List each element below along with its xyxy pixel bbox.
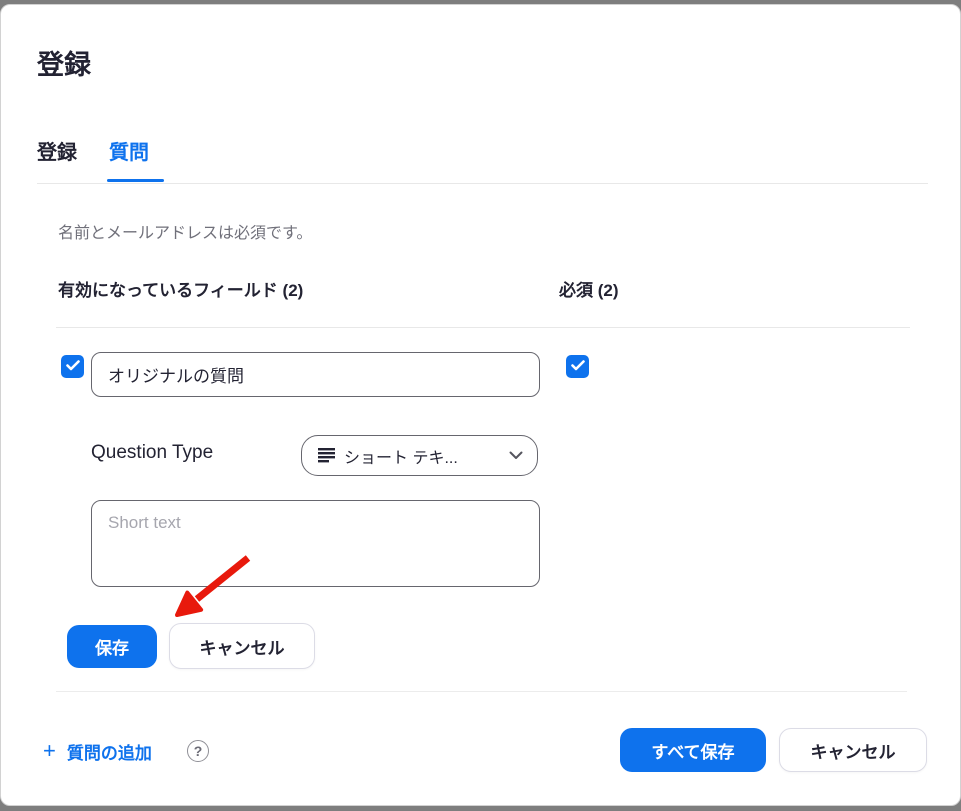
footer-cancel-button[interactable]: キャンセル — [779, 728, 927, 772]
cancel-button[interactable]: キャンセル — [169, 623, 315, 669]
tab-questions[interactable]: 質問 — [109, 136, 149, 165]
tabs-divider — [37, 183, 928, 184]
help-icon[interactable]: ? — [187, 740, 209, 762]
question-type-label: Question Type — [91, 442, 213, 464]
add-question-link[interactable]: + 質問の追加 — [43, 738, 152, 764]
enabled-field-checkbox[interactable] — [61, 355, 84, 378]
active-tab-underline — [107, 179, 164, 182]
question-text-input[interactable] — [91, 352, 540, 397]
plus-icon: + — [43, 740, 56, 762]
check-icon — [66, 358, 80, 376]
footer-divider — [56, 691, 907, 692]
tab-registration[interactable]: 登録 — [37, 136, 77, 165]
answer-preview-textarea[interactable] — [91, 500, 540, 587]
enabled-fields-header: 有効になっているフィールド (2) — [58, 276, 303, 301]
dialog-title: 登録 — [37, 43, 91, 82]
add-question-label: 質問の追加 — [67, 739, 152, 764]
save-button[interactable]: 保存 — [67, 625, 157, 668]
registration-dialog: 登録 登録 質問 名前とメールアドレスは必須です。 有効になっているフィールド … — [0, 4, 961, 806]
save-all-button[interactable]: すべて保存 — [620, 728, 766, 772]
required-note: 名前とメールアドレスは必須です。 — [58, 219, 312, 243]
question-type-value: ショート テキ... — [344, 444, 500, 468]
short-text-lines-icon — [318, 448, 335, 463]
check-icon — [571, 358, 585, 376]
chevron-down-icon — [509, 451, 523, 460]
required-checkbox[interactable] — [566, 355, 589, 378]
required-header: 必須 (2) — [559, 276, 619, 301]
question-type-dropdown[interactable]: ショート テキ... — [301, 435, 538, 476]
row-divider — [56, 327, 910, 328]
